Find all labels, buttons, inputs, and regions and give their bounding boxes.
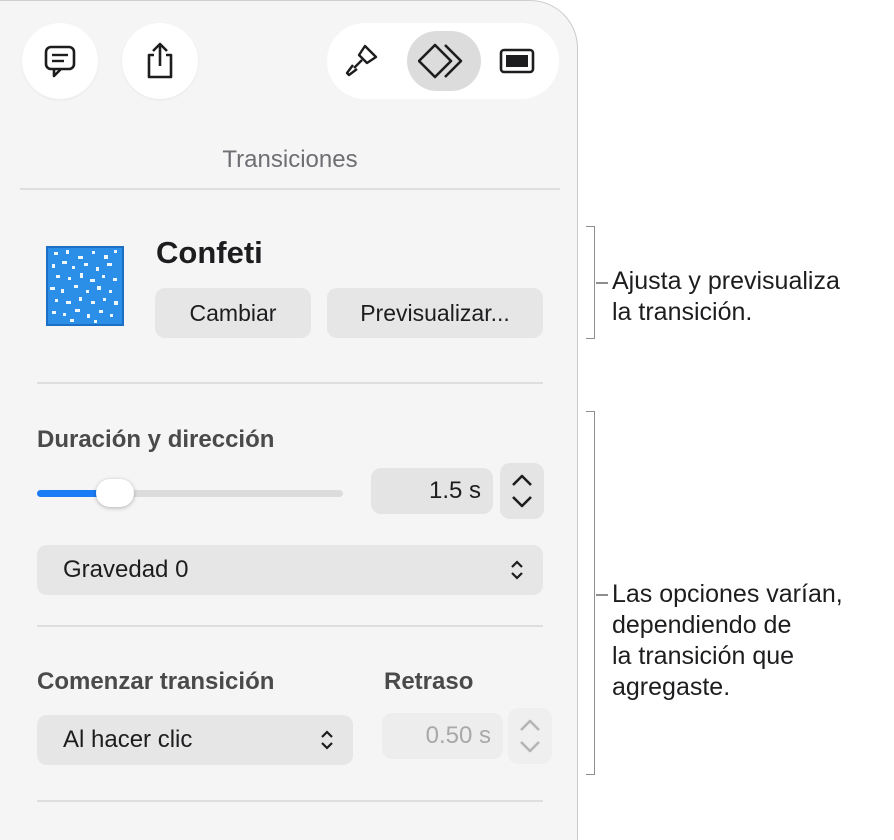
divider	[37, 625, 543, 627]
share-button[interactable]	[122, 23, 198, 99]
callout-leader	[596, 594, 608, 596]
duration-field[interactable]: 1.5 s	[371, 468, 493, 514]
transition-thumbnail[interactable]	[44, 244, 126, 328]
slide-document-icon	[499, 48, 535, 74]
transition-name: Confeti	[156, 235, 263, 270]
stepper-arrows-icon	[520, 719, 540, 753]
divider	[20, 188, 560, 190]
start-transition-label: Comenzar transición	[37, 668, 275, 695]
callout-options-vary: Las opciones varían, dependiendo de la t…	[612, 580, 843, 701]
start-transition-select[interactable]: Al hacer clic	[37, 715, 353, 765]
callout-leader	[596, 282, 608, 284]
duration-stepper[interactable]	[500, 463, 544, 519]
duration-label: Duración y dirección	[37, 426, 275, 453]
comment-bubble-icon	[44, 45, 76, 78]
stepper-arrows-icon	[512, 474, 532, 508]
callout-bracket	[586, 411, 595, 775]
delay-label: Retraso	[384, 668, 474, 695]
divider	[37, 800, 543, 802]
inspector-panel: Transiciones Confeti Cambiar Previsualiz…	[0, 0, 578, 840]
direction-select[interactable]: Gravedad 0	[37, 545, 543, 595]
paintbrush-icon	[345, 44, 378, 77]
panel-title: Transiciones	[222, 146, 358, 173]
format-tab-button[interactable]	[331, 31, 391, 91]
direction-select-value: Gravedad 0	[63, 556, 189, 583]
share-icon	[147, 42, 173, 79]
animate-diamond-icon	[418, 43, 463, 79]
chevron-up-down-icon	[321, 730, 333, 750]
callout-adjust-preview: Ajusta y previsualiza la transición.	[612, 267, 840, 326]
delay-field[interactable]: 0.50 s	[382, 713, 503, 759]
divider	[37, 382, 543, 384]
inspector-tab-group	[327, 23, 559, 99]
duration-slider[interactable]	[37, 490, 343, 497]
chevron-up-down-icon	[511, 560, 523, 580]
animate-tab-button[interactable]	[407, 31, 481, 91]
callout-bracket	[586, 226, 595, 339]
delay-stepper[interactable]	[508, 708, 552, 764]
duration-slider-knob[interactable]	[96, 479, 134, 507]
document-tab-button[interactable]	[487, 31, 547, 91]
start-transition-value: Al hacer clic	[63, 726, 193, 753]
change-button[interactable]: Cambiar	[155, 288, 311, 338]
comment-button[interactable]	[22, 23, 98, 99]
preview-button[interactable]: Previsualizar...	[327, 288, 543, 338]
